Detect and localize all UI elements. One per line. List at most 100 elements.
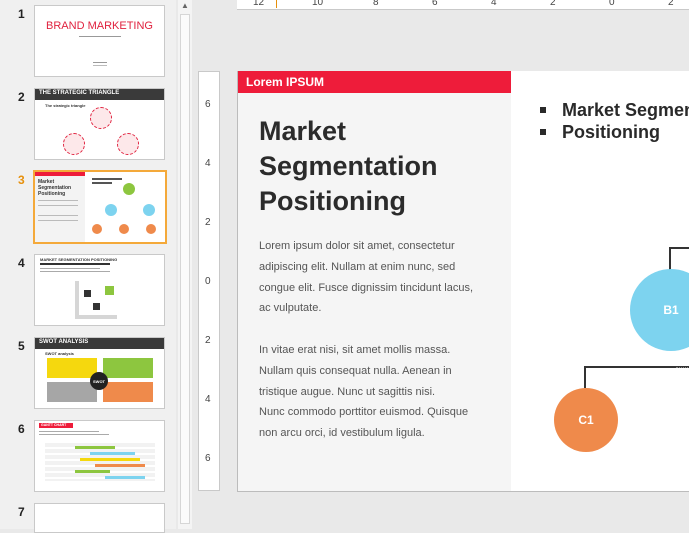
connector-line (669, 247, 689, 249)
vertical-ruler: 6 4 2 0 2 4 6 (198, 71, 220, 491)
ruler-label: 4 (491, 0, 497, 8)
ruler-label: 0 (205, 276, 211, 287)
thumbnail-axis (75, 315, 117, 319)
slide-thumbnail[interactable]: THE STRATEGIC TRIANGLE The strategic tri… (34, 88, 165, 160)
slide-number: 7 (18, 505, 25, 519)
thumbnail-node-orange (119, 224, 129, 234)
header-tag[interactable]: Lorem IPSUM (238, 71, 511, 93)
thumbnail-node-blue (143, 204, 155, 216)
gantt-bar (95, 464, 145, 467)
ruler-label: 12 (253, 0, 265, 8)
ruler-label: 2 (668, 0, 674, 8)
ruler-indent-marker (276, 0, 277, 8)
bullet-item: Market Segmentation (538, 99, 689, 121)
thumbnail-subtitle-line (79, 36, 121, 37)
thumbnail-footer-line (93, 65, 107, 66)
thumbnail-node-orange (146, 224, 156, 234)
thumbnail-text-line (40, 268, 100, 269)
ruler-label: 2 (205, 217, 211, 228)
scroll-up-arrow-icon[interactable]: ▲ (181, 1, 189, 10)
slide-number: 2 (18, 90, 25, 104)
swot-quad (47, 358, 97, 378)
ruler-label: 10 (312, 0, 324, 8)
thumbnail-box (93, 303, 100, 310)
slide-number: 1 (18, 7, 25, 21)
slide-thumbnail-selected[interactable]: Market Segmentation Positioning (33, 170, 167, 244)
thumbnail-title: GANTT CHART (41, 423, 67, 427)
horizontal-ruler: 12 10 8 6 4 2 0 2 (237, 0, 689, 10)
slide-thumbnail[interactable]: MARKET SEGMENTATION POSITIONING (34, 254, 165, 326)
thumbnail-text-line (40, 271, 110, 272)
title-line: Segmentation (259, 151, 438, 181)
thumbnail-text-line (38, 215, 78, 216)
swot-quad (103, 358, 153, 378)
bullet-list[interactable]: Market Segmentation Positioning (538, 99, 689, 143)
gantt-bar (80, 458, 140, 461)
thumbnail-footer-line (93, 62, 107, 63)
ruler-label: 2 (550, 0, 556, 8)
slide-number: 5 (18, 339, 25, 353)
thumbnail-box (84, 290, 91, 297)
connector-line-dotted (676, 367, 689, 368)
gantt-bar (75, 470, 110, 473)
gantt-bar (105, 476, 145, 479)
swot-quad (103, 382, 153, 402)
gantt-bar (90, 452, 135, 455)
slide-thumbnail[interactable]: SWOT ANALYSIS SWOT analysis SWOT (34, 337, 165, 409)
node-b1[interactable]: B1 (630, 269, 689, 351)
thumbnail-node-blue (105, 204, 117, 216)
ruler-label: 2 (205, 335, 211, 346)
thumbnail-circle (63, 133, 85, 155)
ruler-label: 4 (205, 394, 211, 405)
thumbnail-circle (117, 133, 139, 155)
thumbnail-title: Market Segmentation Positioning (38, 179, 72, 197)
body-paragraph-2[interactable]: In vitae erat nisi, sit amet mollis mass… (259, 340, 499, 444)
thumbnail-bullet (92, 178, 122, 180)
ruler-label: 6 (205, 453, 211, 464)
thumbnail-text-line (38, 200, 78, 201)
slide-thumbnail[interactable]: GANTT CHART (34, 420, 165, 492)
connector-line (584, 366, 586, 388)
swot-quad (47, 382, 97, 402)
thumbnail-scrollbar[interactable]: ▲ (178, 0, 192, 529)
thumbnail-circle (90, 107, 112, 129)
thumbnail-bullet (92, 182, 112, 184)
slide-title[interactable]: Market Segmentation Positioning (259, 114, 499, 219)
text-line: non arcu orci, id vestibulum ligula. (259, 427, 425, 440)
text-line: Lorem ipsum dolor sit amet, consectetur (259, 240, 455, 252)
thumbnail-node-orange (92, 224, 102, 234)
slide-thumbnail[interactable]: BRAND MARKETING (34, 5, 165, 77)
slide-number: 4 (18, 256, 25, 270)
node-c1[interactable]: C1 (554, 388, 618, 452)
thumbnail-node-green (123, 183, 135, 195)
text-line: ac vulputate. (259, 302, 322, 315)
ruler-label: 4 (205, 158, 211, 169)
slide-number: 6 (18, 422, 25, 436)
thumbnail-title: SWOT ANALYSIS (39, 339, 89, 345)
thumbnail-text-line (39, 434, 109, 435)
scrollbar-thumb[interactable] (180, 14, 190, 524)
thumbnail-text-line (38, 220, 78, 221)
thumbnail-title: BRAND MARKETING (46, 20, 153, 32)
title-line: Market (259, 116, 347, 146)
thumbnail-title: MARKET SEGMENTATION POSITIONING (40, 257, 118, 262)
thumbnail-text-line (39, 431, 99, 432)
slide-thumbnail-panel: 1 BRAND MARKETING 2 THE STRATEGIC TRIANG… (0, 0, 176, 533)
gantt-bar (75, 446, 115, 449)
slide-canvas[interactable]: Lorem IPSUM Market Segmentation Position… (237, 71, 689, 492)
body-paragraph-1[interactable]: Lorem ipsum dolor sit amet, consectetur … (259, 236, 499, 319)
text-line: In vitae erat nisi, sit amet mollis mass… (259, 344, 451, 356)
slide-number: 3 (18, 173, 25, 187)
text-line: tristique augue. Nunc ut sagittis nisi. (259, 385, 436, 398)
thumbnail-subtitle: SWOT analysis (45, 351, 74, 356)
thumbnail-axis (75, 281, 79, 319)
text-line: congue elit. Fusce dignissim tincidunt l… (259, 281, 473, 294)
thumbnail-title: THE STRATEGIC TRIANGLE (39, 90, 120, 96)
text-line: adipiscing elit. Nullam at enim nunc, se… (259, 260, 456, 273)
connector-line (584, 366, 689, 368)
ruler-label: 6 (432, 0, 438, 8)
text-line: Nullam quis consequat nulla. Aenean in (259, 364, 452, 377)
text-line: Nunc commodo porttitor euismod. Quisque (259, 406, 469, 419)
ruler-label: 0 (609, 0, 615, 8)
thumbnail-subtitle: The strategic triangle (45, 103, 86, 108)
